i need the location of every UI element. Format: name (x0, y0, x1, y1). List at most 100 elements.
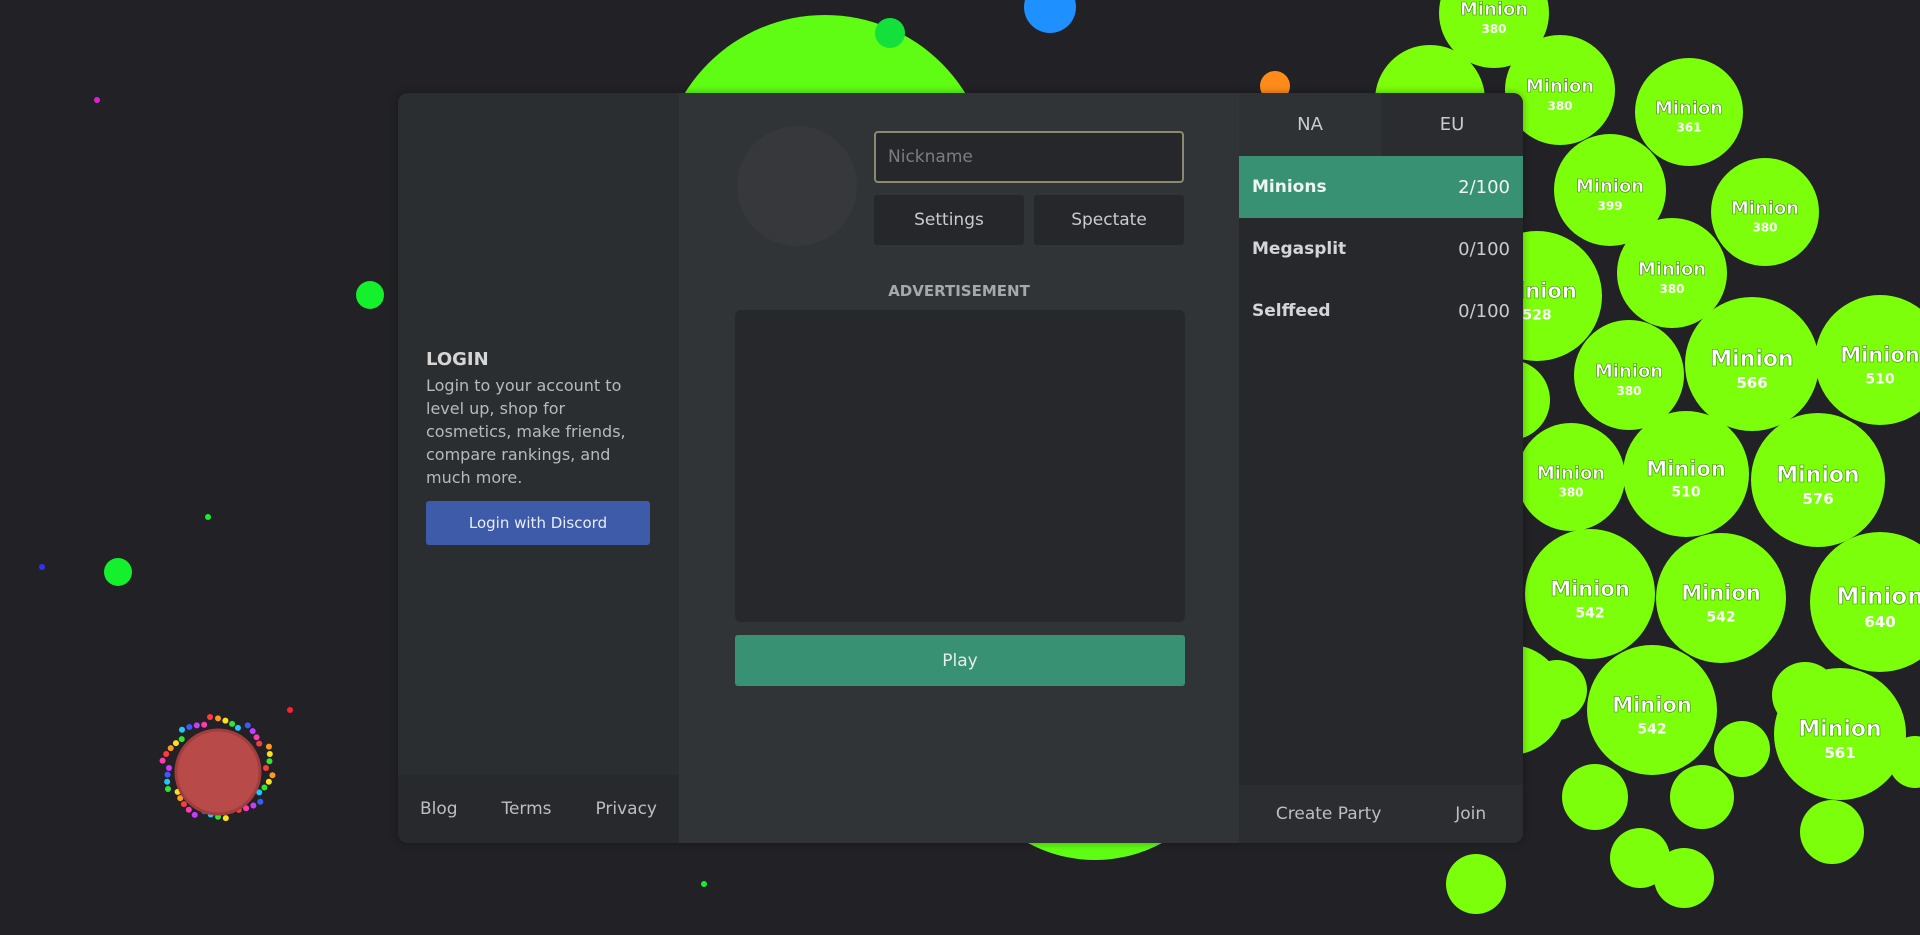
minion-cell: Minion380 (1711, 158, 1819, 266)
game-mode-minions[interactable]: Minions 2/100 (1239, 156, 1523, 218)
sparkle-dot (178, 726, 185, 733)
minion-cell-name: Minion (1646, 457, 1726, 481)
join-party-button[interactable]: Join (1455, 804, 1486, 824)
minion-cell-mass: 561 (1824, 744, 1855, 762)
login-with-discord-button[interactable]: Login with Discord (426, 501, 650, 545)
minion-cell: Minion361 (1635, 58, 1743, 166)
minion-cell: Minion 510 (1815, 295, 1920, 425)
food-pellet (1024, 0, 1076, 33)
sparkle-dot (229, 720, 236, 727)
minion-cell-name: Minion (1460, 0, 1528, 20)
tab-region-na[interactable]: NA (1239, 93, 1381, 156)
minion-cell-mass: 380 (1659, 282, 1684, 296)
sparkle-dot (166, 765, 172, 771)
minion-cell-mass: 399 (1597, 199, 1622, 213)
minion-cell-blob (1446, 854, 1506, 914)
minion-cell: Minion 542 (1656, 533, 1786, 663)
minion-cell-mass: 380 (1558, 485, 1583, 499)
minion-cell-name: Minion (1526, 76, 1594, 97)
game-mode-megasplit[interactable]: Megasplit 0/100 (1239, 218, 1523, 280)
minion-cell-blob (1714, 721, 1770, 777)
sparkle-dot (207, 714, 214, 721)
terms-link[interactable]: Terms (501, 799, 551, 819)
skin-preview-avatar[interactable] (737, 126, 857, 246)
minion-cell-name: Minion (1731, 198, 1799, 219)
sparkle-dot (164, 778, 171, 785)
sparkle-dot (180, 801, 187, 808)
minion-cell-name: Minion (1798, 717, 1881, 742)
sparkle-dot (167, 745, 174, 752)
sparkle-dot (193, 722, 200, 729)
game-mode-player-count: 2/100 (1458, 176, 1510, 198)
sparkle-dot (256, 740, 263, 747)
food-pellet (875, 18, 905, 48)
sparkle-dot (263, 765, 269, 771)
food-pellet (39, 564, 45, 570)
sparkle-dot (178, 736, 185, 743)
sparkle-dot (244, 722, 251, 729)
sparkle-dot (249, 728, 256, 735)
login-title: LOGIN (426, 349, 489, 370)
minion-cell-name: Minion (1840, 343, 1920, 367)
party-footer: Create Party Join (1239, 785, 1523, 843)
minion-cell: Minion 640 (1810, 532, 1920, 672)
minion-cell-mass: 510 (1671, 485, 1700, 501)
tab-region-eu[interactable]: EU (1381, 93, 1523, 156)
minion-cell-name: Minion (1710, 347, 1793, 372)
game-mode-name: Minions (1252, 177, 1327, 197)
minion-cell: Minion 542 (1525, 529, 1655, 659)
minion-cell-name: Minion (1537, 463, 1605, 484)
play-button[interactable]: Play (735, 635, 1185, 686)
minion-cell-mass: 640 (1864, 613, 1895, 631)
game-mode-name: Megasplit (1252, 239, 1347, 259)
minion-cell-mass: 380 (1752, 220, 1777, 234)
sparkle-dot (164, 786, 171, 793)
minion-cell: Minion 566 (1685, 297, 1819, 431)
sparkle-dot (159, 757, 166, 764)
minion-cell-mass: 542 (1575, 605, 1604, 621)
minion-cell: Minion 542 (1587, 645, 1717, 775)
advertisement-label: ADVERTISEMENT (888, 282, 1030, 300)
sparkle-dot (191, 811, 198, 818)
minion-cell-name: Minion (1638, 259, 1706, 280)
sparkle-dot (266, 751, 273, 758)
nickname-input[interactable] (874, 131, 1184, 183)
sparkle-dot (222, 815, 229, 822)
food-pellet (205, 514, 211, 520)
minion-cell-name: Minion (1776, 463, 1859, 488)
game-mode-list: Minions 2/100 Megasplit 0/100 Selffeed 0… (1239, 156, 1523, 342)
sparkle-dot (253, 734, 260, 741)
minion-cell-blob (1800, 800, 1864, 864)
minion-cell-blob (1610, 828, 1670, 888)
sparkle-dot (266, 758, 273, 765)
sparkle-dot (265, 743, 272, 750)
game-mode-player-count: 0/100 (1458, 300, 1510, 322)
spectate-button[interactable]: Spectate (1034, 195, 1184, 245)
game-mode-player-count: 0/100 (1458, 238, 1510, 260)
sparkle-dot (269, 772, 276, 779)
food-pellet (287, 707, 293, 713)
minion-cell-mass: 361 (1676, 120, 1701, 134)
minion-cell-blob (1670, 765, 1734, 829)
settings-button[interactable]: Settings (874, 195, 1024, 245)
food-pellet (356, 281, 384, 309)
food-pellet (701, 881, 707, 887)
minion-cell-mass: 380 (1481, 22, 1506, 36)
create-party-button[interactable]: Create Party (1276, 804, 1382, 824)
sparkle-dot (222, 717, 229, 724)
region-tabs: NA EU (1239, 93, 1523, 156)
sparkle-dot (215, 715, 221, 722)
minion-cell-name: Minion (1595, 361, 1663, 382)
minion-cell-blob (1562, 764, 1628, 830)
sparkle-dot (172, 740, 179, 747)
login-description: Login to your account to level up, shop … (426, 376, 626, 487)
sparkle-dot (250, 802, 257, 809)
advertisement-box (735, 310, 1185, 622)
game-mode-selffeed[interactable]: Selffeed 0/100 (1239, 280, 1523, 342)
food-pellet (94, 97, 100, 103)
blog-link[interactable]: Blog (420, 799, 458, 819)
minion-cell-name: Minion (1681, 581, 1761, 605)
minion-cell-mass: 576 (1802, 490, 1833, 508)
minion-cell-mass: 380 (1547, 99, 1572, 113)
privacy-link[interactable]: Privacy (595, 799, 657, 819)
